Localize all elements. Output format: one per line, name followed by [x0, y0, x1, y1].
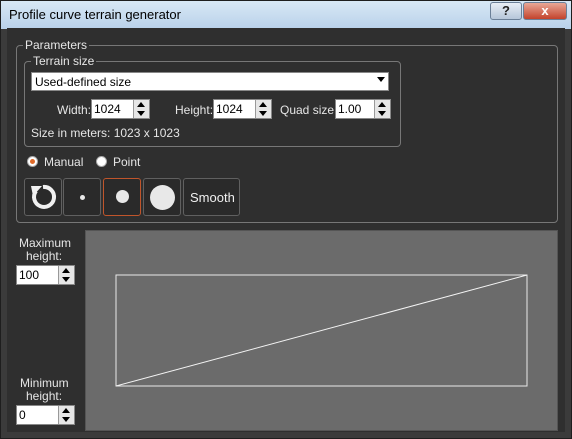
height-spinbox[interactable] — [213, 99, 272, 119]
height-label: Height: — [175, 103, 214, 117]
min-height-spinbox[interactable] — [16, 405, 75, 425]
spin-up-icon[interactable] — [137, 102, 145, 107]
max-height-label-line1: Maximum — [19, 236, 72, 250]
min-height-input[interactable] — [17, 406, 59, 424]
width-spin-buttons[interactable] — [133, 100, 149, 118]
reset-button[interactable] — [24, 178, 62, 216]
small-brush-button[interactable] — [63, 178, 101, 216]
terrain-size-legend: Terrain size — [33, 54, 95, 68]
quad-size-spinbox[interactable] — [335, 99, 391, 119]
min-spin-buttons[interactable] — [58, 406, 74, 424]
width-spinbox[interactable] — [91, 99, 150, 119]
quad-size-input[interactable] — [336, 100, 375, 118]
max-height-spinbox[interactable] — [16, 265, 75, 285]
width-label: Width: — [57, 103, 92, 117]
spin-up-icon[interactable] — [378, 102, 386, 107]
quad-spin-buttons[interactable] — [374, 100, 390, 118]
width-input[interactable] — [92, 100, 134, 118]
min-height-label-line2: height: — [26, 389, 63, 403]
spin-up-icon[interactable] — [259, 102, 267, 107]
quad-size-label: Quad size: — [280, 103, 338, 117]
help-button[interactable]: ? — [490, 2, 522, 20]
max-height-label-line2: height: — [26, 249, 63, 263]
size-mode-value: Used-defined size — [35, 75, 132, 89]
medium-brush-icon — [116, 190, 129, 203]
medium-brush-button[interactable] — [103, 178, 141, 216]
title-bar[interactable]: Profile curve terrain generator ? x — [1, 1, 571, 29]
min-height-label-line1: Minimum — [20, 376, 69, 390]
manual-label[interactable]: Manual — [44, 155, 83, 169]
max-height-input[interactable] — [17, 266, 59, 284]
spin-down-icon[interactable] — [62, 417, 70, 422]
spin-up-icon[interactable] — [62, 408, 70, 413]
point-radio[interactable] — [96, 156, 107, 167]
small-brush-icon — [80, 195, 85, 200]
manual-radio[interactable] — [27, 156, 38, 167]
smooth-label: Smooth — [190, 190, 235, 205]
spin-down-icon[interactable] — [137, 111, 145, 116]
smooth-button[interactable]: Smooth — [183, 178, 240, 216]
point-label[interactable]: Point — [113, 155, 140, 169]
max-spin-buttons[interactable] — [58, 266, 74, 284]
parameters-legend: Parameters — [25, 38, 88, 52]
large-brush-icon — [150, 185, 175, 210]
spin-down-icon[interactable] — [62, 277, 70, 282]
spin-up-icon[interactable] — [62, 268, 70, 273]
large-brush-button[interactable] — [143, 178, 181, 216]
reset-icon — [31, 184, 56, 209]
size-in-meters: Size in meters: 1023 x 1023 — [31, 126, 180, 140]
close-button[interactable]: x — [523, 2, 567, 20]
size-mode-select[interactable]: Used-defined size — [31, 72, 389, 91]
height-input[interactable] — [214, 100, 256, 118]
profile-curve-line[interactable] — [115, 274, 528, 387]
chevron-down-icon[interactable] — [377, 77, 385, 82]
spin-down-icon[interactable] — [378, 111, 386, 116]
profile-curve-svg[interactable] — [86, 231, 557, 430]
window-title: Profile curve terrain generator — [9, 7, 181, 22]
spin-down-icon[interactable] — [259, 111, 267, 116]
profile-curve-canvas[interactable] — [85, 230, 558, 431]
height-spin-buttons[interactable] — [255, 100, 271, 118]
